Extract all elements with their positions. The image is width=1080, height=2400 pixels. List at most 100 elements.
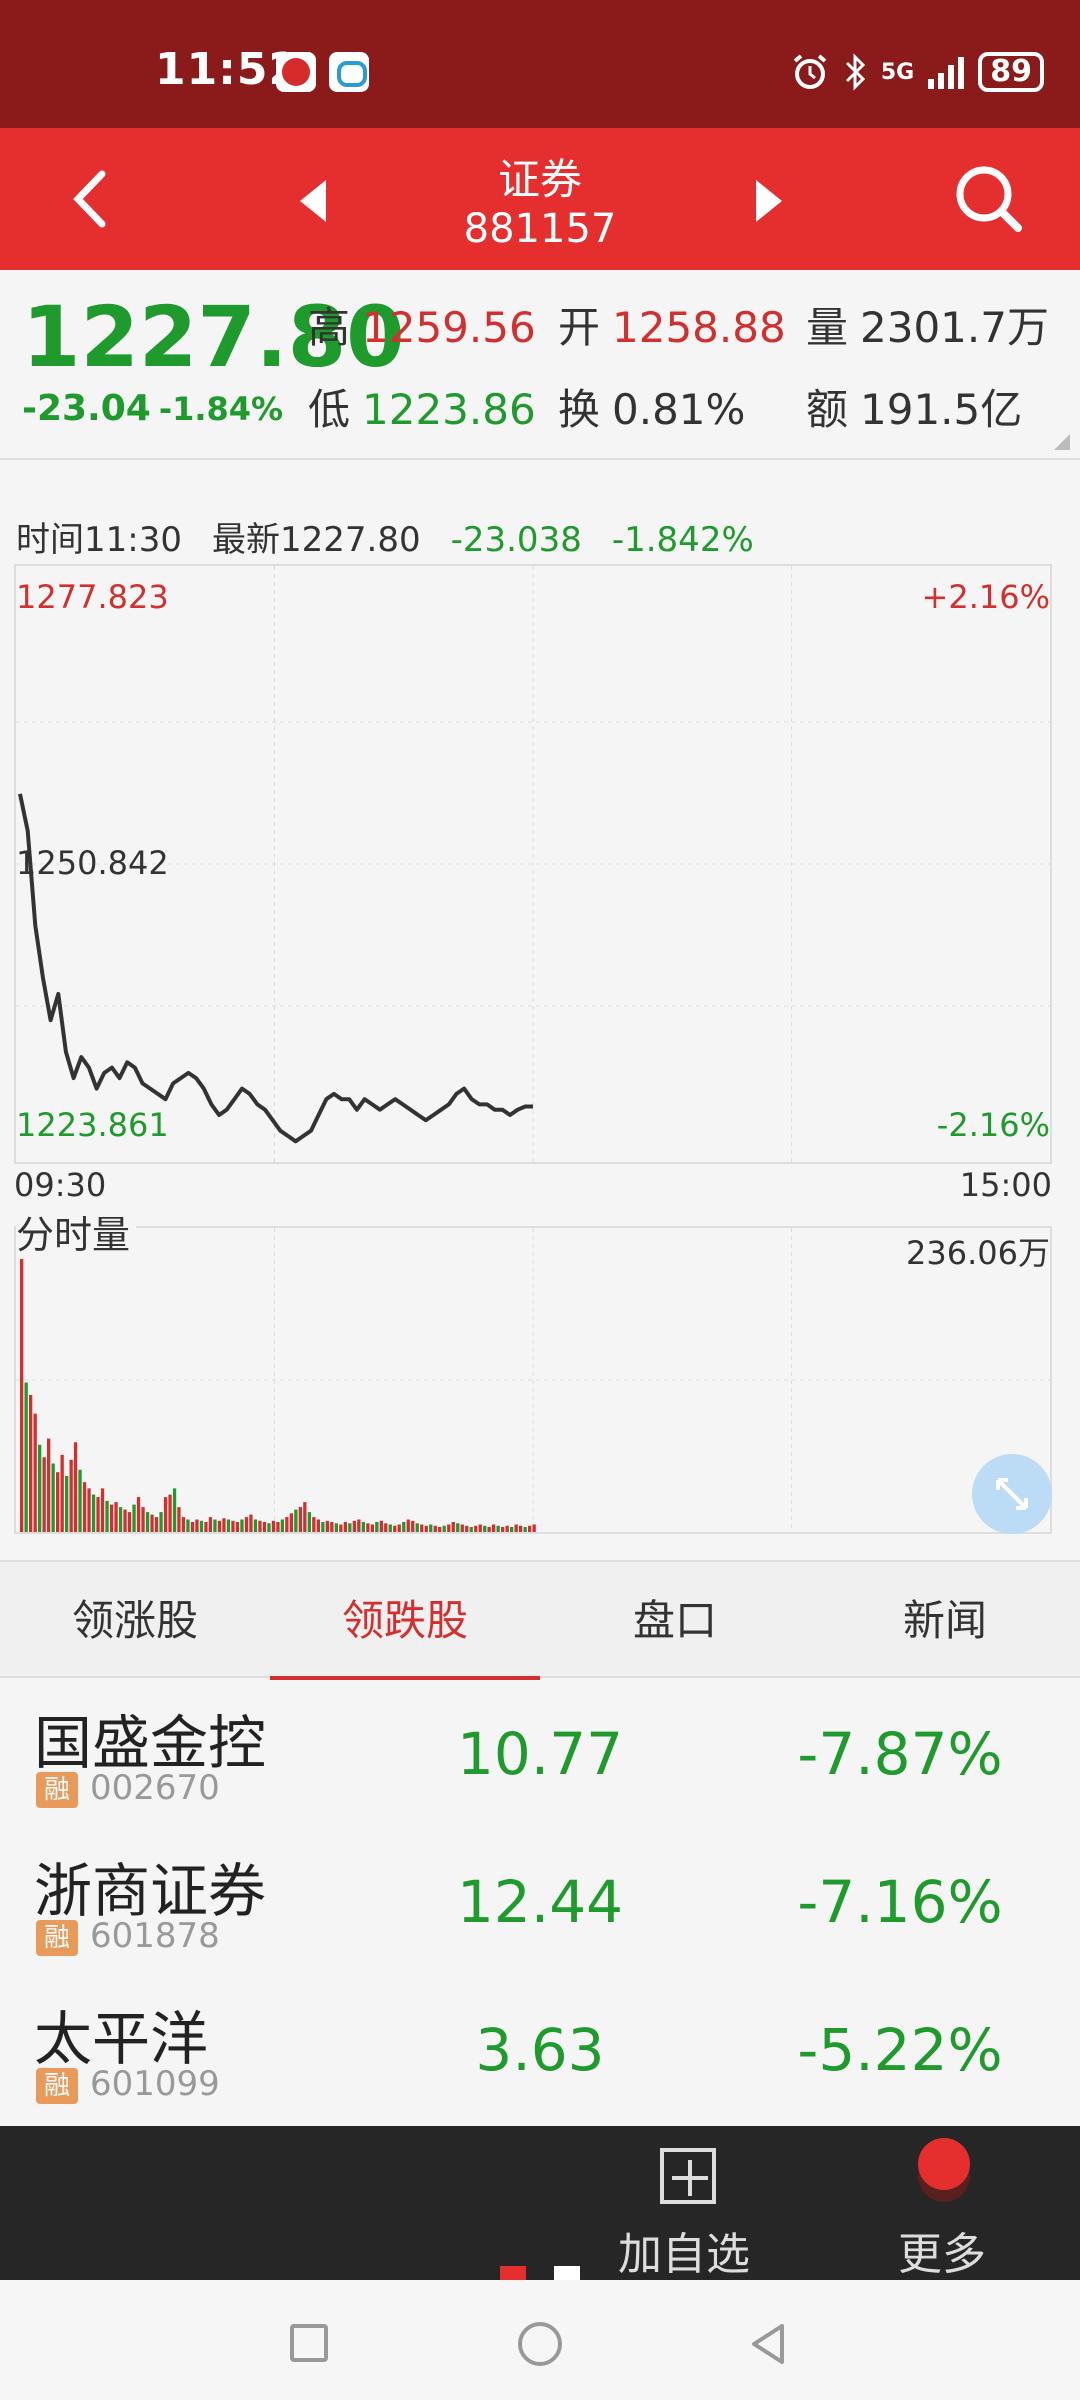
page-indicator [500,2266,580,2280]
add-watchlist-icon[interactable] [660,2148,716,2204]
volume-bar [159,1512,163,1532]
volume-bar [411,1520,415,1532]
volume-bar [65,1476,69,1532]
volume-bar [321,1522,325,1532]
tab-order-book[interactable]: 盘口 [540,1562,810,1680]
amount-item: 额 191.5亿 [806,376,1022,437]
volume-bar [294,1509,298,1532]
volume-bar [177,1507,181,1532]
volume-bar [69,1459,73,1532]
stock-tabs: 领涨股 领跌股 盘口 新闻 [0,1560,1080,1680]
volume-bar [91,1494,96,1532]
volume-max-label: 236.06万 [906,1234,1050,1272]
volume-bar [478,1524,482,1532]
bluetooth-icon [845,53,865,91]
volume-bar [73,1442,78,1532]
volume-bar [492,1524,496,1532]
list-item[interactable]: 太平洋 融 601099 3.63 -5.22% [0,1976,1080,2124]
volume-bar [262,1522,267,1532]
volume-bar [82,1482,87,1532]
volume-bar [375,1522,379,1532]
volume-bar [330,1522,334,1532]
open-item: 开 1258.88 [558,294,786,355]
tab-top-gainers[interactable]: 领涨股 [0,1562,270,1680]
stock-code: 002670 [90,1768,220,1808]
more-button[interactable]: 更多 [898,2218,986,2282]
system-nav-bar [0,2280,1080,2400]
add-watchlist-button[interactable]: 加自选 [618,2218,750,2282]
volume-bar [402,1522,406,1532]
volume-bar [316,1519,320,1532]
nav-back-icon[interactable] [748,2322,788,2366]
x-end-label: 15:00 [959,1166,1052,1204]
chart-info-line: 时间11:30 最新1227.80 -23.038 -1.842% [16,512,784,561]
search-icon[interactable] [948,158,1028,238]
volume-bar [384,1523,388,1532]
volume-bar [127,1512,132,1532]
volume-bar [447,1524,451,1532]
fullscreen-icon[interactable] [972,1454,1052,1534]
tab-news[interactable]: 新闻 [810,1562,1080,1680]
stock-change-pct: -7.16% [797,1868,1003,1936]
volume-bar [186,1519,190,1532]
volume-chart[interactable]: 236.06万 [14,1226,1052,1534]
intraday-chart[interactable]: 1277.823 1250.842 1223.861 +2.16% -2.16% [14,564,1052,1164]
volume-bar [141,1507,145,1532]
open-value: 1258.88 [612,303,786,352]
volume-bar [280,1519,284,1532]
volume-bar [483,1525,487,1532]
volume-bar [199,1520,204,1532]
volume-bar [429,1524,433,1532]
stock-code: 601099 [90,2064,220,2104]
volume-bar [253,1519,258,1532]
volume-bar [105,1500,109,1532]
volume-bar [24,1382,28,1532]
more-icon[interactable] [918,2138,970,2190]
next-stock-icon[interactable] [748,176,788,226]
status-indicators: 5G 89 [791,52,1044,92]
volume-bar [226,1519,231,1532]
list-item[interactable]: 国盛金控 融 002670 10.77 -7.87% [0,1680,1080,1828]
recent-apps-icon[interactable] [290,2324,328,2362]
info-time: 时间11:30 [16,520,182,560]
volume-bar [465,1525,469,1532]
volume-bar [118,1507,123,1532]
volume-bar [208,1517,213,1532]
home-icon[interactable] [518,2322,562,2366]
volume-bar [38,1444,42,1532]
volume-bar [20,1238,24,1532]
volume-bar [56,1472,60,1532]
margin-tag: 融 [36,2068,78,2104]
volume-bar [415,1523,419,1532]
volume-bar [519,1525,523,1532]
tab-top-losers[interactable]: 领跌股 [270,1562,540,1680]
volume-bar [348,1523,352,1532]
list-item[interactable]: 浙商证券 融 601878 12.44 -7.16% [0,1828,1080,1976]
volume-bar [397,1524,401,1532]
signal-icon [928,55,965,89]
volume-bar [78,1469,82,1532]
volume-bar [370,1524,374,1532]
open-label: 开 [558,303,601,352]
margin-tag: 融 [36,1772,78,1808]
volume-bar [244,1517,249,1532]
volume-bar [420,1524,424,1532]
battery-icon: 89 [978,52,1044,92]
volume-bar [528,1525,532,1532]
volume-bar [258,1520,262,1532]
volume-bar [42,1457,46,1532]
network-label: 5G [880,59,915,85]
volume-bar [496,1525,500,1532]
volume-bar [438,1527,442,1532]
volume-chart-svg [16,1228,1050,1532]
volume-bar [163,1497,168,1532]
volume-bar [240,1519,244,1532]
x-start-label: 09:30 [14,1166,107,1204]
volume-bar [33,1413,37,1532]
price-change: -23.04 -1.84% [22,388,283,429]
expand-corner-icon[interactable] [1054,434,1070,450]
volume-bar [289,1513,293,1532]
volume-bar [510,1527,514,1532]
volume-bar [267,1523,271,1532]
volume-bar [303,1502,307,1532]
